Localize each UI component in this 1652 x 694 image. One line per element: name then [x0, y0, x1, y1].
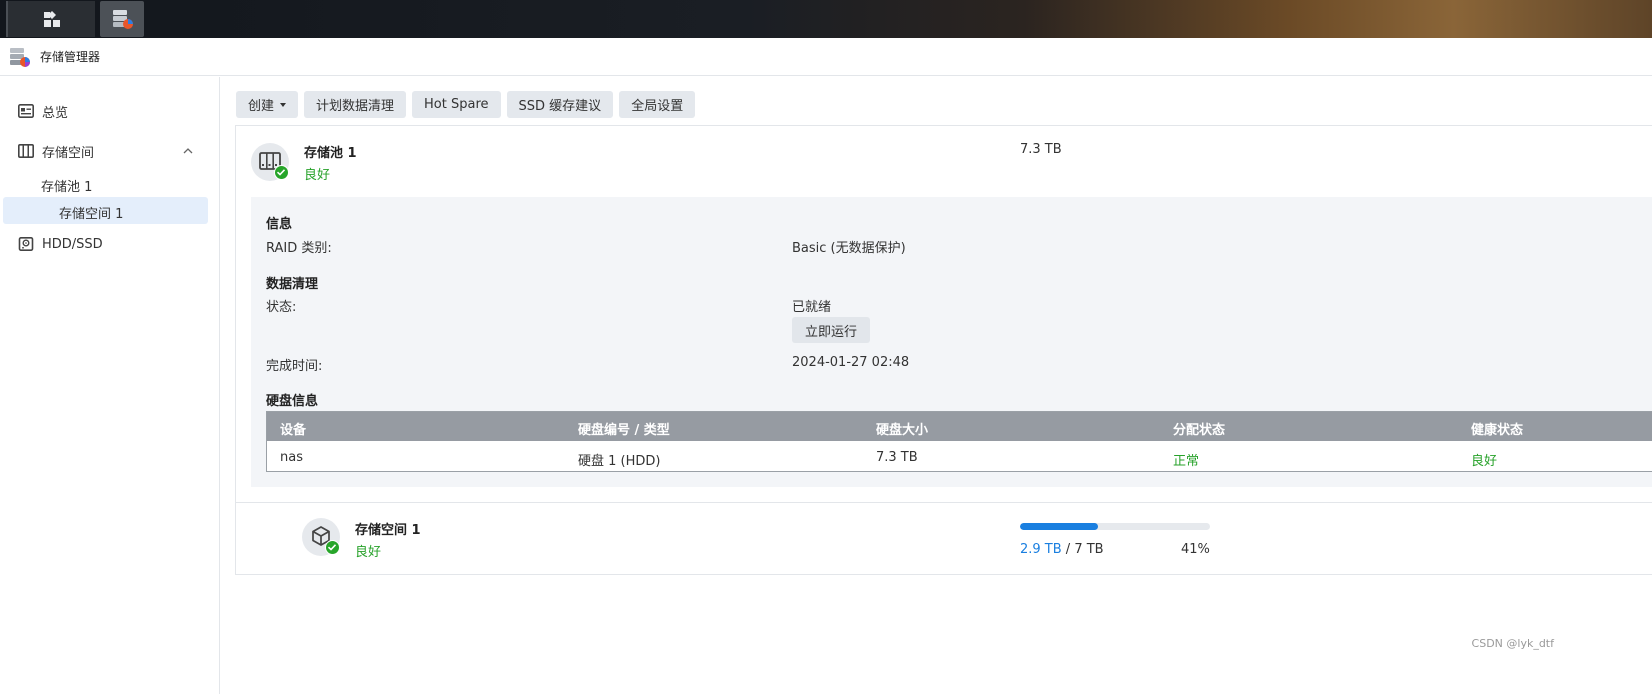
- pool-name[interactable]: 存储池 1: [304, 142, 357, 161]
- sidebar-item-volume[interactable]: 存储空间 1: [3, 197, 208, 224]
- disk-icon: [18, 237, 34, 251]
- sidebar-item-overview[interactable]: 总览: [0, 101, 218, 121]
- ssd-cache-advisor-button[interactable]: SSD 缓存建议: [506, 91, 614, 118]
- usage-progress-bar: [1020, 523, 1210, 530]
- column-header-allocation: 分配状态: [1173, 423, 1226, 438]
- pool-size: 7.3 TB: [1020, 142, 1062, 157]
- hot-spare-button[interactable]: Hot Spare: [412, 91, 501, 118]
- divider: [236, 502, 1652, 503]
- storage-icon: [18, 144, 34, 158]
- overview-icon: [18, 104, 34, 118]
- storage-pool-panel: 存储池 1 良好 7.3 TB 信息 RAID 类别: Basic (无数据保护…: [235, 125, 1652, 575]
- healthy-check-icon: [274, 165, 289, 180]
- cell-size: 7.3 TB: [876, 450, 918, 465]
- apps-grid-icon: [43, 11, 60, 27]
- cell-device: nas: [280, 450, 303, 465]
- storage-manager-icon: [113, 10, 133, 29]
- taskbar: [0, 0, 1652, 38]
- finish-time-value: 2024-01-27 02:48: [792, 355, 910, 370]
- create-button-label: 创建: [248, 99, 275, 114]
- storage-manager-taskbar-button[interactable]: [100, 1, 144, 37]
- storage-pool-icon: [251, 143, 289, 181]
- volume-icon: [302, 518, 340, 556]
- usage-text: 2.9 TB / 7 TB: [1020, 542, 1104, 557]
- apps-grid-button[interactable]: [6, 1, 95, 37]
- column-header-disk-type: 硬盘编号 / 类型: [578, 423, 670, 438]
- disk-table: 设备 硬盘编号 / 类型 硬盘大小 分配状态 健康状态 nas 硬盘 1 (HD…: [266, 411, 1652, 472]
- sidebar-item-hdd-ssd[interactable]: HDD/SSD: [0, 234, 218, 254]
- schedule-scrub-button[interactable]: 计划数据清理: [304, 91, 407, 118]
- usage-progress-fill: [1020, 523, 1098, 530]
- cell-allocation: 正常: [1173, 454, 1200, 469]
- cell-health: 良好: [1471, 454, 1498, 469]
- raid-type-value: Basic (无数据保护): [792, 241, 906, 256]
- sidebar-item-label: 存储空间 1: [59, 207, 124, 222]
- app-title: 存储管理器: [40, 50, 101, 64]
- create-button[interactable]: 创建: [236, 91, 299, 118]
- column-header-device: 设备: [280, 423, 307, 438]
- info-section-title: 信息: [266, 217, 293, 232]
- column-header-size: 硬盘大小: [876, 423, 929, 438]
- caret-down-icon: [280, 102, 287, 107]
- storage-manager-icon: [10, 47, 30, 67]
- sidebar-item-label: 总览: [42, 105, 69, 121]
- column-header-health: 健康状态: [1471, 423, 1524, 438]
- sidebar: 总览 存储空间 存储池 1 存储空间 1 HDD/SSD: [0, 77, 220, 694]
- healthy-check-icon: [325, 540, 340, 555]
- sidebar-item-label: HDD/SSD: [42, 236, 103, 252]
- global-settings-button[interactable]: 全局设置: [619, 91, 696, 118]
- finish-time-label: 完成时间:: [266, 359, 323, 374]
- chevron-up-icon[interactable]: [183, 146, 193, 156]
- disk-table-header: 设备 硬盘编号 / 类型 硬盘大小 分配状态 健康状态: [267, 412, 1652, 441]
- pool-details: 信息 RAID 类别: Basic (无数据保护) 数据清理 状态: 已就绪 立…: [251, 197, 1652, 487]
- run-now-button[interactable]: 立即运行: [792, 317, 870, 343]
- app-header: 存储管理器: [0, 38, 1652, 76]
- usage-percent: 41%: [1181, 542, 1210, 557]
- toolbar: 创建 计划数据清理 Hot Spare SSD 缓存建议 全局设置: [236, 91, 696, 118]
- capacity-separator: /: [1061, 542, 1075, 557]
- disk-info-section-title: 硬盘信息: [266, 394, 319, 409]
- used-capacity: 2.9 TB: [1020, 542, 1062, 557]
- pool-status: 良好: [304, 168, 331, 183]
- sidebar-item-label: 存储空间: [42, 145, 95, 161]
- sidebar-item-pool[interactable]: 存储池 1: [41, 176, 92, 195]
- scrub-status-value: 已就绪: [792, 300, 832, 315]
- scrub-section-title: 数据清理: [266, 277, 319, 292]
- cell-disk-type: 硬盘 1 (HDD): [578, 454, 661, 469]
- scrub-status-label: 状态:: [266, 300, 297, 315]
- volume-status: 良好: [355, 545, 382, 560]
- raid-type-label: RAID 类别:: [266, 241, 332, 256]
- total-capacity: 7 TB: [1074, 542, 1104, 557]
- watermark: CSDN @lyk_dtf: [1471, 637, 1554, 650]
- volume-name[interactable]: 存储空间 1: [355, 519, 421, 538]
- sidebar-item-storage[interactable]: 存储空间: [0, 141, 218, 161]
